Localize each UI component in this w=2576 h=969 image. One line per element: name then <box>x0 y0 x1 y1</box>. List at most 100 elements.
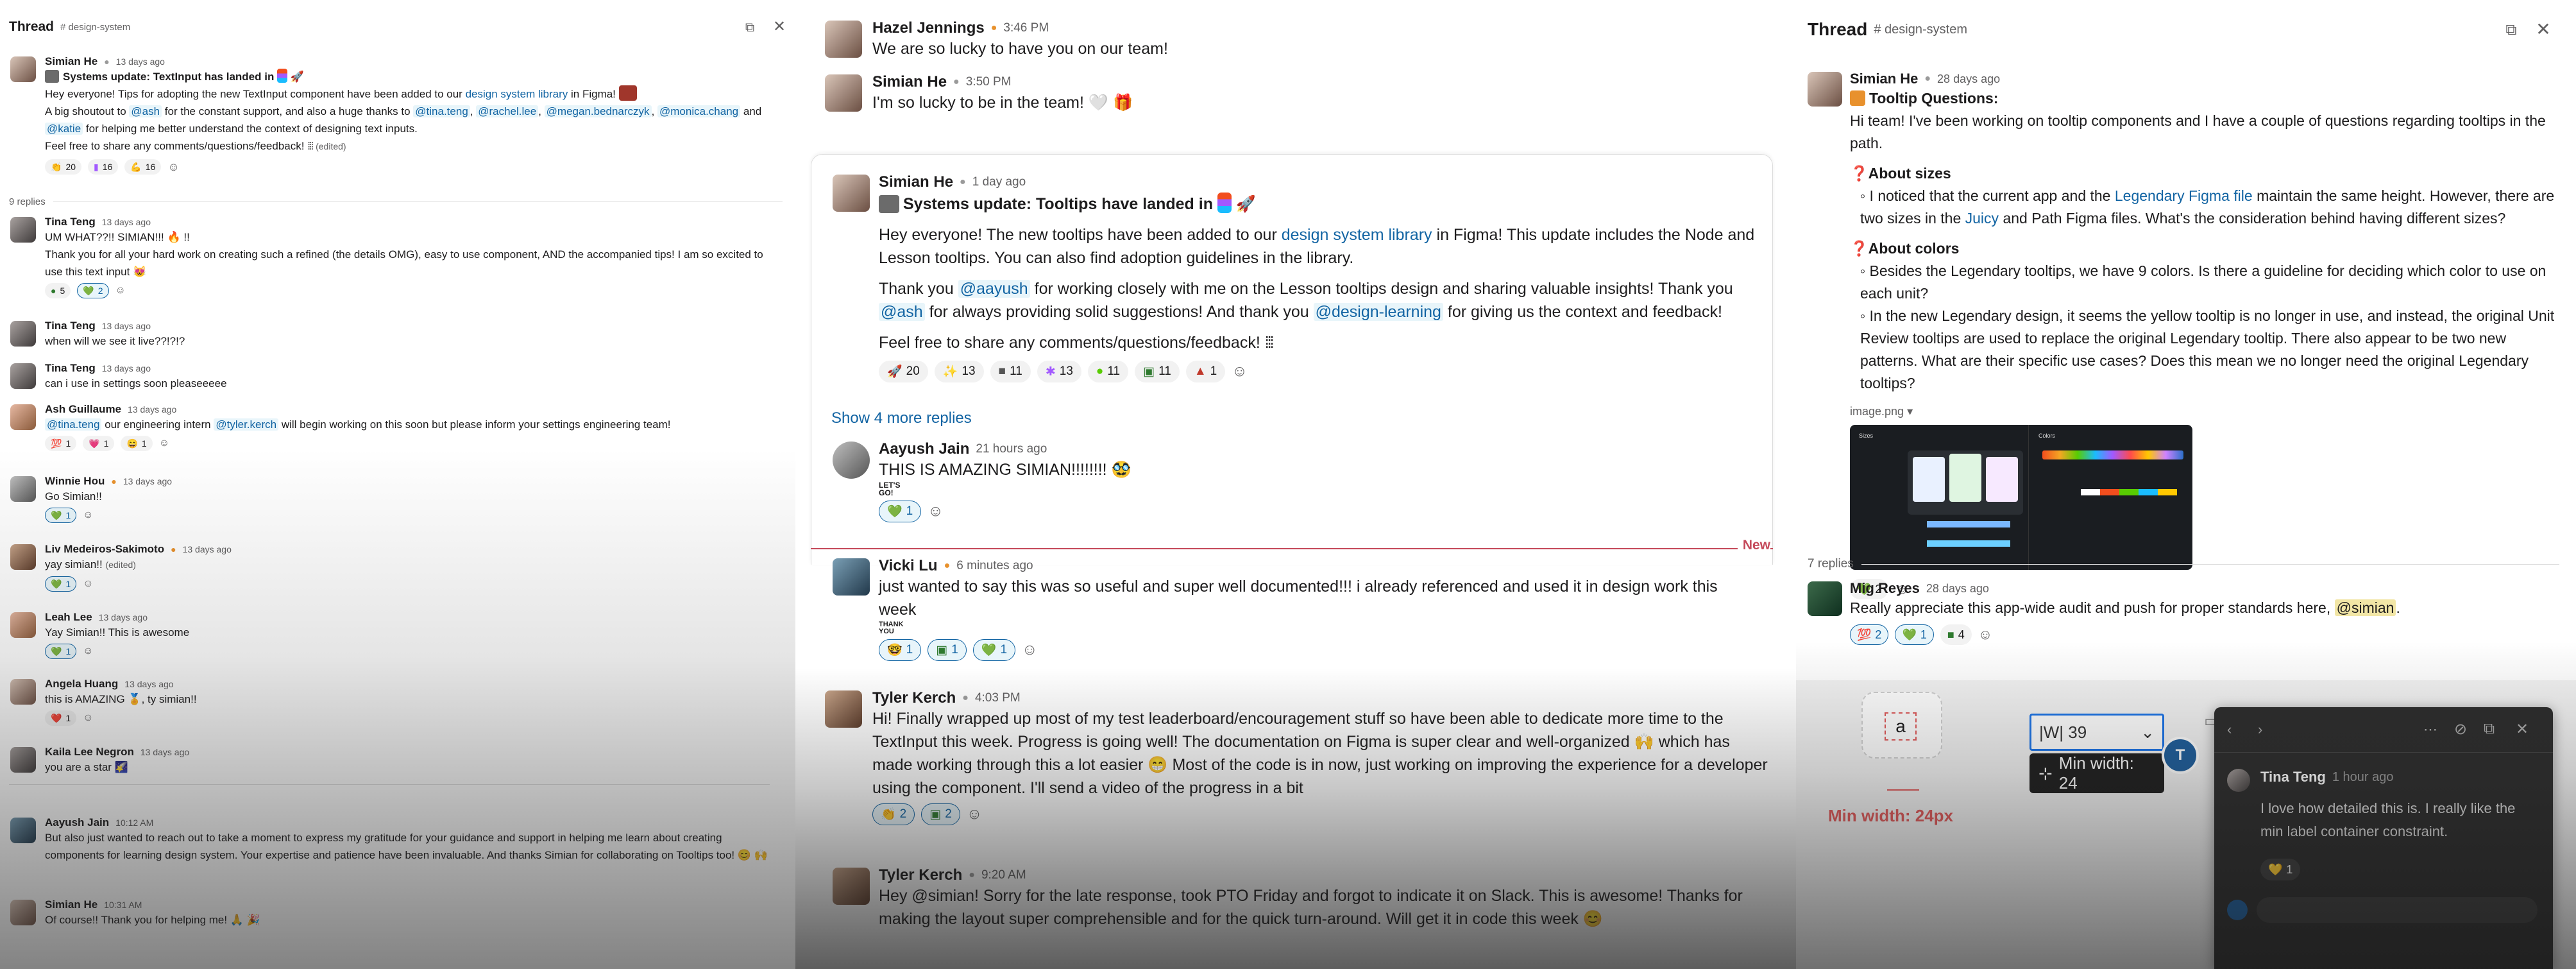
reaction-pill[interactable]: 💛 1 <box>2260 859 2301 880</box>
author-name[interactable]: Hazel Jennings <box>872 19 985 37</box>
reaction-pill[interactable]: 💗 1 <box>83 436 115 451</box>
mention[interactable]: @tina.teng <box>45 418 102 431</box>
timestamp[interactable]: 13 days ago <box>116 56 165 67</box>
mention[interactable]: @tina.teng <box>413 105 470 117</box>
author-name[interactable]: Tina Teng <box>45 216 96 228</box>
reaction-pill[interactable]: ■ 11 <box>990 361 1031 382</box>
add-reaction-icon[interactable]: ☺ <box>83 578 93 590</box>
author-name[interactable]: Tyler Kerch <box>879 866 962 884</box>
timestamp[interactable]: 13 days ago <box>102 217 151 227</box>
add-reaction-icon[interactable]: ☺ <box>967 805 983 823</box>
reaction-pill[interactable]: ▣ 1 <box>928 639 967 661</box>
reaction-pill[interactable]: ▲ 1 <box>1185 361 1226 382</box>
timestamp[interactable]: 9:20 AM <box>981 868 1026 882</box>
timestamp[interactable]: 28 days ago <box>1926 582 1989 596</box>
legendary-figma-link[interactable]: Legendary Figma file <box>2115 187 2253 204</box>
author-name[interactable]: Tina Teng <box>45 320 96 332</box>
timestamp[interactable]: 21 hours ago <box>976 442 1047 456</box>
mention[interactable]: @simian <box>2334 599 2396 616</box>
author-name[interactable]: Tina Teng <box>2260 769 2326 785</box>
add-reaction-icon[interactable]: ☺ <box>1022 641 1038 659</box>
reaction-pill[interactable]: 😄 1 <box>121 436 153 451</box>
add-reaction-icon[interactable]: ☺ <box>83 646 93 657</box>
mention[interactable]: @megan.bednarczyk <box>544 105 652 117</box>
mention[interactable]: @rachel.lee <box>476 105 539 117</box>
add-reaction-icon[interactable]: ☺ <box>159 438 169 449</box>
close-icon[interactable]: ✕ <box>2534 19 2553 39</box>
timestamp[interactable]: 10:12 AM <box>115 818 153 828</box>
reaction-pill[interactable]: 💪 16 <box>124 159 162 175</box>
reaction-pill[interactable]: ❤️ 1 <box>45 710 77 726</box>
timestamp[interactable]: 1 day ago <box>972 175 1026 189</box>
reaction-pill[interactable]: ▣ 2 <box>921 803 960 825</box>
reaction-pill[interactable]: 💚 2 <box>77 283 109 298</box>
reaction-pill[interactable]: 💚 1 <box>879 501 922 522</box>
design-library-link[interactable]: design system library <box>466 88 568 100</box>
author-name[interactable]: Leah Lee <box>45 611 92 624</box>
reaction-pill[interactable]: 👏 20 <box>45 159 82 175</box>
mention[interactable]: @ash <box>129 105 162 117</box>
author-name[interactable]: Aayush Jain <box>879 440 969 458</box>
reaction-pill[interactable]: 💚 1 <box>1895 624 1934 645</box>
timestamp[interactable]: 13 days ago <box>102 363 151 373</box>
reaction-pill[interactable]: ● 11 <box>1087 361 1129 382</box>
resolve-icon[interactable]: ⊘ <box>2454 720 2467 739</box>
reaction-pill[interactable]: 💚 1 <box>45 644 77 659</box>
mention[interactable]: @tyler.kerch <box>214 418 279 431</box>
author-name[interactable]: Tina Teng <box>45 362 96 375</box>
reaction-pill[interactable]: 💚 1 <box>972 639 1016 661</box>
chevron-left-icon[interactable]: ‹ <box>2227 721 2232 738</box>
add-reaction-icon[interactable]: ☺ <box>83 712 93 724</box>
reaction-pill[interactable]: 💚 1 <box>45 576 77 592</box>
author-name[interactable]: Angela Huang <box>45 678 118 690</box>
mention[interactable]: @ash <box>879 303 925 321</box>
timestamp[interactable]: 4:03 PM <box>975 691 1021 705</box>
reaction-pill[interactable]: ▮ 16 <box>88 159 119 175</box>
author-name[interactable]: Kaila Lee Negron <box>45 746 134 759</box>
close-icon[interactable]: ✕ <box>2516 720 2529 739</box>
author-name[interactable]: Ash Guillaume <box>45 403 121 416</box>
more-options-icon[interactable]: ⋯ <box>2423 721 2437 738</box>
open-in-new-window-icon[interactable]: ⧉ <box>2502 21 2521 40</box>
chevron-right-icon[interactable]: › <box>2258 721 2262 738</box>
comment-pin[interactable]: T <box>2162 737 2199 774</box>
timestamp[interactable]: 13 days ago <box>123 476 172 486</box>
open-in-new-window-icon[interactable]: ⧉ <box>741 19 758 36</box>
show-more-replies-link[interactable]: Show 4 more replies <box>831 409 972 427</box>
add-reaction-icon[interactable]: ☺ <box>928 502 944 520</box>
add-reaction-icon[interactable]: ☺ <box>167 160 179 174</box>
add-reaction-icon[interactable]: ☺ <box>1232 363 1248 381</box>
juicy-link[interactable]: Juicy <box>1965 210 1999 227</box>
timestamp[interactable]: 6 minutes ago <box>956 559 1033 573</box>
reaction-pill[interactable]: 👏 2 <box>872 803 915 825</box>
reaction-pill[interactable]: ▣ 11 <box>1135 361 1180 382</box>
timestamp[interactable]: 13 days ago <box>99 612 148 622</box>
expand-icon[interactable]: ⧉ <box>2484 720 2495 738</box>
mention[interactable]: @aayush <box>958 280 1030 298</box>
reaction-pill[interactable]: 🤓 1 <box>879 639 922 661</box>
author-name[interactable]: Liv Medeiros-Sakimoto <box>45 543 164 556</box>
reaction-pill[interactable]: ■ 4 <box>1940 624 1972 645</box>
add-reaction-icon[interactable]: ☺ <box>83 510 93 521</box>
close-icon[interactable]: ✕ <box>771 18 788 35</box>
timestamp[interactable]: 28 days ago <box>1937 73 2000 86</box>
mention[interactable]: @katie <box>45 123 83 135</box>
reaction-pill[interactable]: ✱ 13 <box>1037 361 1081 382</box>
timestamp[interactable]: 13 days ago <box>140 747 189 757</box>
mention[interactable]: @monica.chang <box>657 105 741 117</box>
image-attachment[interactable]: Sizes Colors <box>1850 425 2192 570</box>
reaction-pill[interactable]: 💯 1 <box>45 436 77 451</box>
reply-input[interactable] <box>2257 897 2538 923</box>
author-name[interactable]: Simian He <box>879 173 953 191</box>
timestamp[interactable]: 10:31 AM <box>104 900 142 910</box>
author-name[interactable]: Simian He <box>872 73 947 91</box>
design-library-link[interactable]: design system library <box>1282 226 1432 244</box>
reaction-pill[interactable]: 💯 2 <box>1850 624 1889 645</box>
author-name[interactable]: Simian He <box>1850 71 1918 87</box>
file-label[interactable]: image.png ▾ <box>1850 405 2559 418</box>
reaction-pill[interactable]: 💚 1 <box>45 508 77 523</box>
timestamp[interactable]: 3:50 PM <box>966 75 1012 89</box>
mention[interactable]: @design-learning <box>1313 303 1443 321</box>
timestamp[interactable]: 13 days ago <box>183 544 232 554</box>
author-name[interactable]: Simian He <box>45 898 97 911</box>
